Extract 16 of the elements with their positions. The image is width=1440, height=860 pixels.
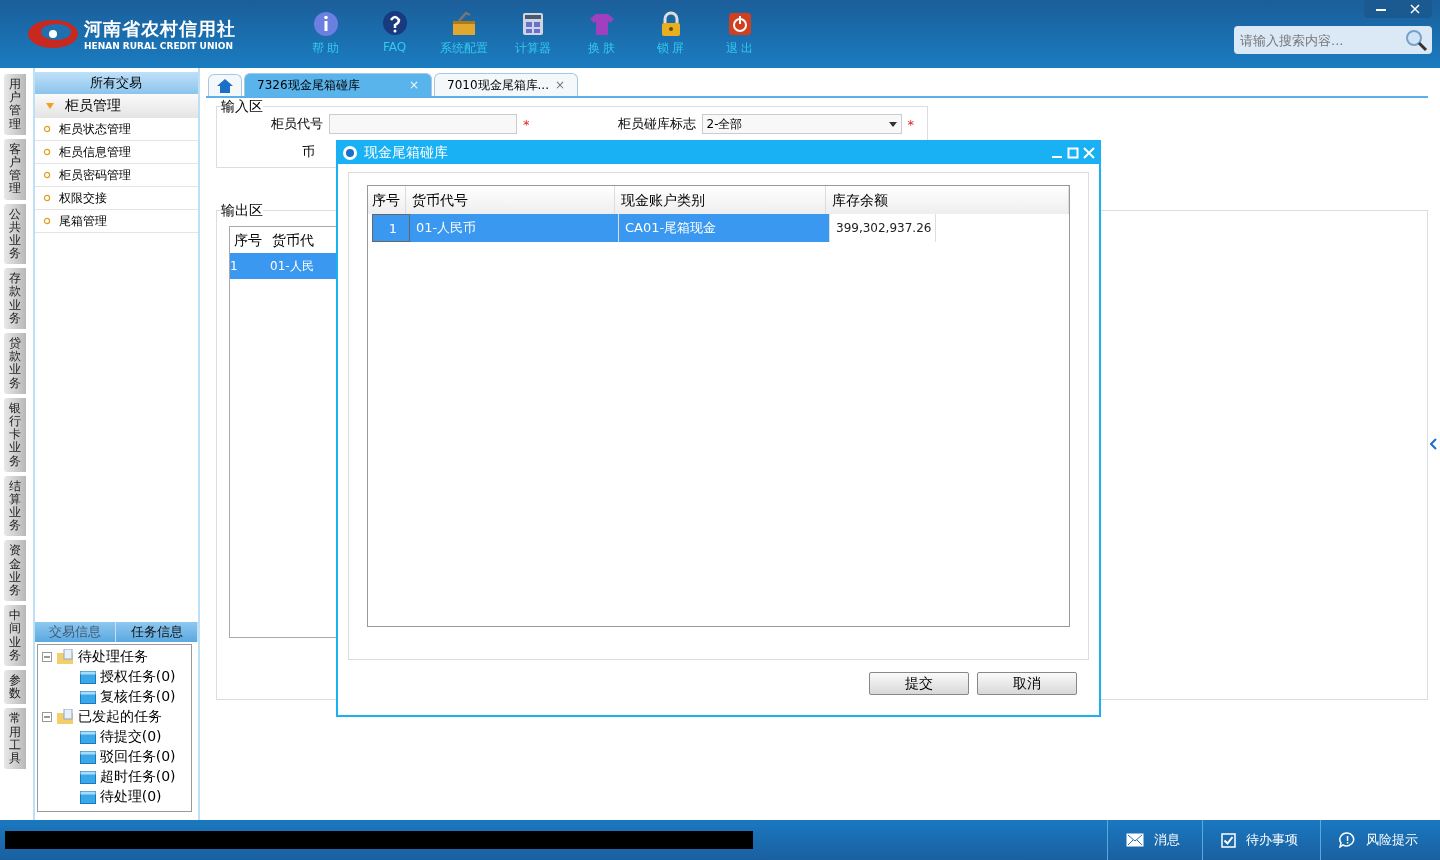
table-cell: 1 [372,214,410,242]
dialog-title: 现金尾箱碰库 [364,144,448,162]
section-title: 输入区 [221,98,263,114]
field-label: 柜员代号 [270,115,323,133]
column-header: 序号 [233,231,263,250]
section-title: 输出区 [221,202,263,218]
table-cell: CA01-尾箱现金 [619,214,830,242]
table-cell: 01-人民币 [410,214,619,242]
field-label: 币 [301,143,315,161]
required-mark: * [907,116,914,132]
logo-title: 河南省农村信用社 [84,17,236,41]
required-mark: * [523,116,530,132]
logo-subtitle: HENAN RURAL CREDIT UNION [84,41,234,51]
menu-title: 所有交易 [34,72,198,94]
column-header: 货币代 [271,231,315,250]
field-label: 柜员碰库标志 [616,115,696,133]
